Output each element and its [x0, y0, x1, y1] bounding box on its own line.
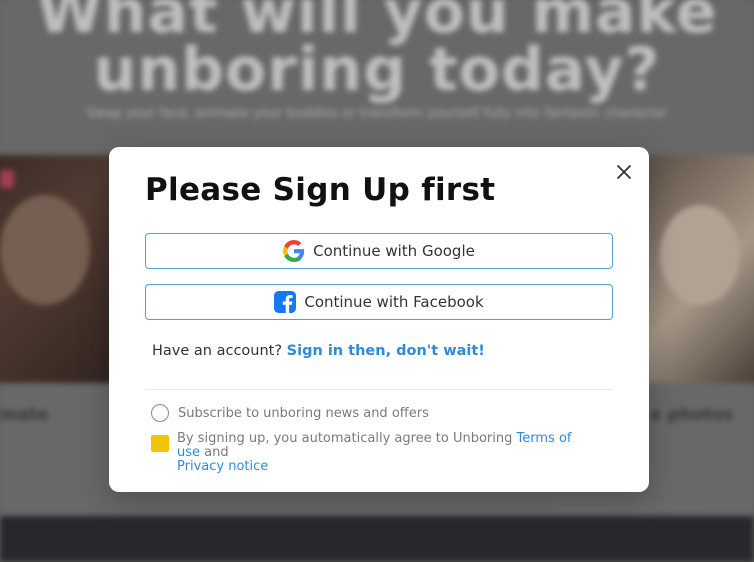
facebook-icon [274, 291, 297, 313]
google-button-label: Continue with Google [313, 242, 475, 260]
subscribe-label: Subscribe to unboring news and offers [178, 405, 429, 421]
continue-with-google-button[interactable]: Continue with Google [145, 233, 613, 269]
privacy-notice-link[interactable]: Privacy notice [177, 459, 268, 474]
have-account-row: Have an account? Sign in then, don't wai… [152, 343, 485, 359]
divider [145, 389, 613, 390]
continue-with-facebook-button[interactable]: Continue with Facebook [145, 284, 613, 320]
close-icon [617, 165, 631, 179]
terms-row: By signing up, you automatically agree t… [151, 432, 591, 474]
terms-prefix: By signing up, you automatically agree t… [177, 431, 513, 446]
have-account-text: Have an account? [152, 343, 283, 359]
subscribe-checkbox[interactable] [151, 404, 169, 422]
subscribe-row[interactable]: Subscribe to unboring news and offers [151, 404, 429, 422]
terms-text: By signing up, you automatically agree t… [177, 432, 591, 474]
signup-modal: Please Sign Up first Continue with Googl… [109, 147, 649, 492]
facebook-button-label: Continue with Facebook [304, 293, 484, 311]
terms-checkbox[interactable] [151, 435, 169, 452]
sign-in-link[interactable]: Sign in then, don't wait! [287, 343, 485, 359]
modal-title: Please Sign Up first [145, 172, 496, 208]
terms-and: and [204, 445, 229, 460]
close-button[interactable] [613, 161, 635, 183]
google-icon [283, 240, 305, 262]
